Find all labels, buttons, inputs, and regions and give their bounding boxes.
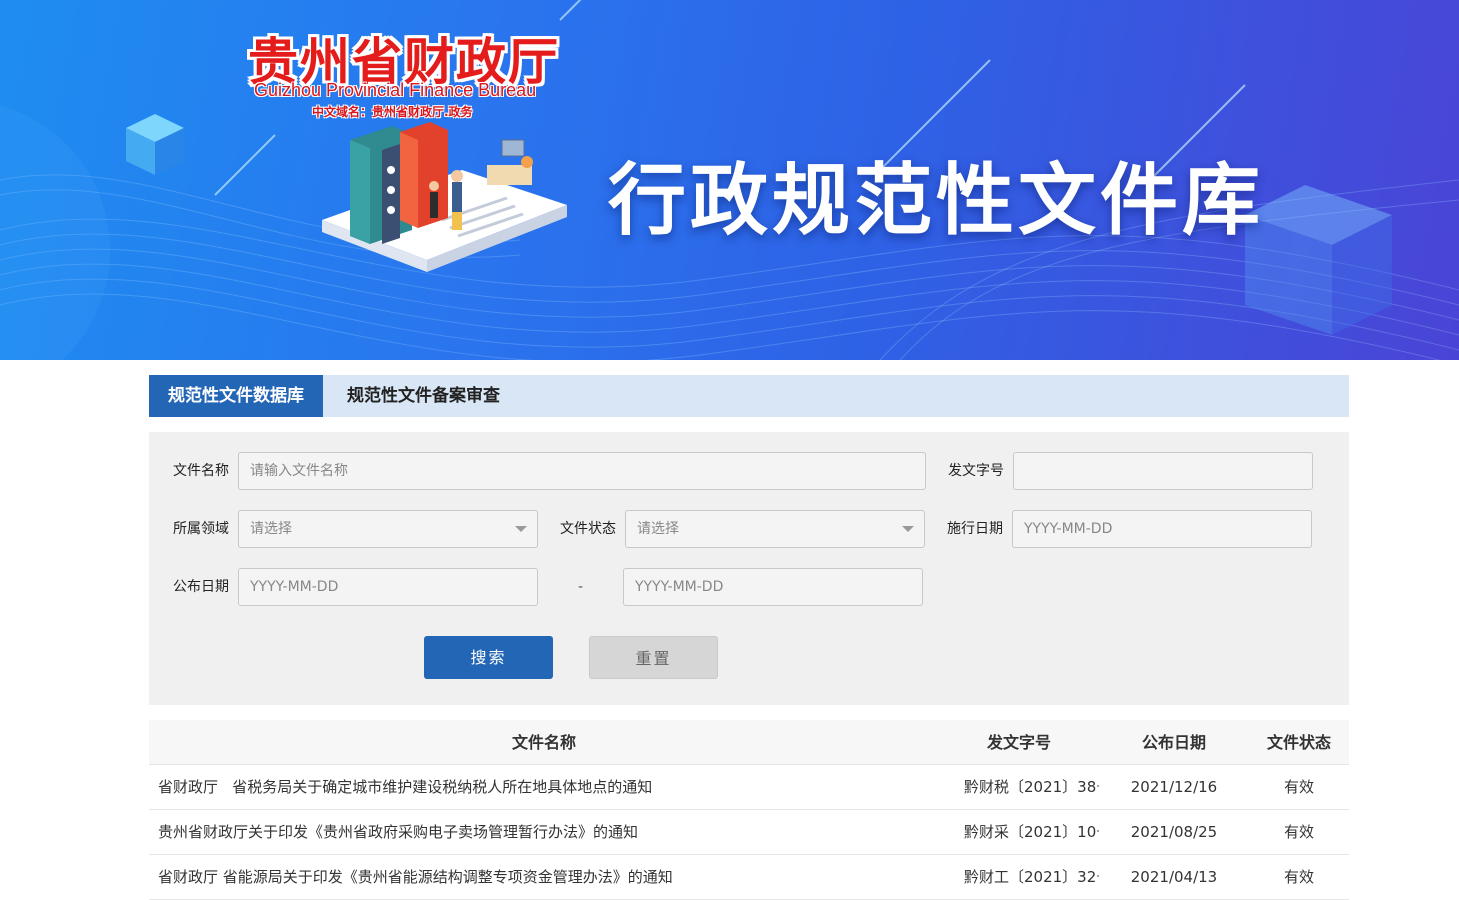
effective-date-placeholder: YYYY-MM-DD	[1024, 521, 1113, 537]
row-publish-date: 2021/04/13	[1130, 868, 1218, 886]
row-publish-date: 2021/12/16	[1130, 778, 1218, 796]
domain-placeholder: 请选择	[250, 521, 292, 537]
tab-normative-file-filing-review[interactable]: 规范性文件备案审查	[323, 375, 516, 417]
header-doc-number: 发文字号	[986, 733, 1051, 752]
file-name-input[interactable]: 请输入文件名称	[238, 452, 926, 490]
status-placeholder: 请选择	[637, 521, 679, 537]
header-file-name: 文件名称	[511, 733, 576, 752]
bureau-logo-english: Guizhou Provincial Finance Bureau	[254, 80, 537, 100]
table-row[interactable]: 省财政厅 省能源局关于印发《贵州省能源结构调整专项资金管理办法》的通知 黔财工〔…	[149, 855, 1349, 900]
page-title: 行政规范性文件库	[608, 156, 1265, 246]
chevron-down-icon	[902, 526, 914, 532]
status-select[interactable]: 请选择	[625, 510, 925, 548]
file-name-placeholder: 请输入文件名称	[250, 463, 348, 479]
tab-normative-file-database[interactable]: 规范性文件数据库	[149, 375, 323, 417]
publish-date-to-placeholder: YYYY-MM-DD	[635, 579, 724, 595]
row-doc-number: 黔财采〔2021〕10号	[964, 823, 1099, 841]
row-file-name-link[interactable]: 省财政厅 省税务局关于确定城市维护建设税纳税人所在地具体地点的通知	[149, 765, 939, 809]
publish-date-label: 公布日期	[173, 579, 229, 595]
effective-date-input[interactable]: YYYY-MM-DD	[1012, 510, 1312, 548]
row-publish-date: 2021/08/25	[1130, 823, 1218, 841]
publish-date-from-placeholder: YYYY-MM-DD	[250, 579, 339, 595]
doc-number-label: 发文字号	[948, 463, 1004, 479]
bookshelf-illustration-icon	[322, 122, 567, 272]
effective-date-label: 施行日期	[947, 521, 1003, 537]
row-file-status: 有效	[1283, 778, 1314, 796]
header-publish-date: 公布日期	[1141, 733, 1206, 752]
row-file-name-link[interactable]: 省财政厅 省能源局关于印发《贵州省能源结构调整专项资金管理办法》的通知	[149, 855, 939, 899]
table-header: 文件名称 发文字号 公布日期 文件状态	[149, 720, 1349, 765]
file-name-label: 文件名称	[173, 463, 229, 479]
reset-button[interactable]: 重置	[589, 636, 718, 679]
search-panel: 文件名称 请输入文件名称 发文字号 所属领域 请选择 文件状态 请选择 施行日期…	[149, 432, 1349, 705]
table-row[interactable]: 省财政厅 省税务局关于确定城市维护建设税纳税人所在地具体地点的通知 黔财税〔20…	[149, 765, 1349, 810]
status-label: 文件状态	[560, 521, 616, 537]
search-button[interactable]: 搜索	[424, 636, 553, 679]
date-range-separator: -	[578, 579, 584, 595]
row-file-status: 有效	[1283, 868, 1314, 886]
header-file-status: 文件状态	[1266, 733, 1331, 752]
publish-date-from-input[interactable]: YYYY-MM-DD	[238, 568, 538, 606]
table-row[interactable]: 贵州省财政厅关于印发《贵州省政府采购电子卖场管理暂行办法》的通知 黔财采〔202…	[149, 810, 1349, 855]
domain-label: 所属领域	[173, 521, 229, 537]
row-doc-number: 黔财税〔2021〕38号	[964, 778, 1099, 796]
bureau-domain-name: 中文域名：贵州省财政厅.政务	[312, 105, 473, 119]
doc-number-input[interactable]	[1013, 452, 1313, 490]
row-file-name-link[interactable]: 贵州省财政厅关于印发《贵州省政府采购电子卖场管理暂行办法》的通知	[149, 810, 939, 854]
row-doc-number: 黔财工〔2021〕32号	[964, 868, 1099, 886]
publish-date-to-input[interactable]: YYYY-MM-DD	[623, 568, 923, 606]
header-banner: 贵州省财政厅 Guizhou Provincial Finance Bureau…	[0, 0, 1459, 360]
domain-select[interactable]: 请选择	[238, 510, 538, 548]
results-table: 文件名称 发文字号 公布日期 文件状态 省财政厅 省税务局关于确定城市维护建设税…	[149, 720, 1349, 900]
chevron-down-icon	[515, 526, 527, 532]
tab-bar: 规范性文件数据库 规范性文件备案审查	[149, 375, 1349, 417]
row-file-status: 有效	[1283, 823, 1314, 841]
